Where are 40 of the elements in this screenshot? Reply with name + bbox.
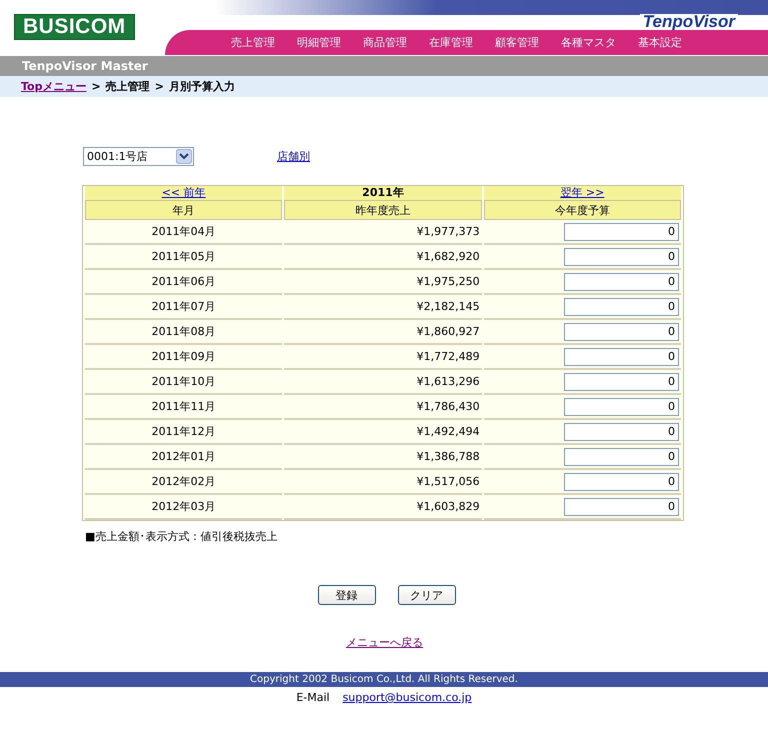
breadcrumb-item: 月別予算入力 bbox=[168, 79, 235, 95]
nav-item[interactable]: 顧客管理 bbox=[484, 30, 550, 55]
nav-item[interactable]: 基本設定 bbox=[627, 30, 693, 55]
budget-input[interactable]: 0 bbox=[564, 472, 679, 490]
budget-input[interactable]: 0 bbox=[564, 448, 679, 466]
budget-input[interactable]: 0 bbox=[564, 322, 679, 340]
nav-item[interactable]: 商品管理 bbox=[352, 30, 418, 55]
nav-item[interactable]: 明細管理 bbox=[286, 30, 352, 55]
email-link[interactable]: support@busicom.co.jp bbox=[342, 691, 472, 704]
nav-item[interactable]: 各種マスタ bbox=[550, 30, 627, 55]
breadcrumb-item: 売上管理 bbox=[106, 79, 150, 95]
breadcrumb-link[interactable]: Topメニュー bbox=[21, 76, 86, 97]
email-label: E-Mail bbox=[296, 691, 330, 704]
copyright-text: Copyright 2002 Busicom Co.,Ltd. All Rights Reserved. bbox=[250, 674, 518, 685]
column-header: 昨年度売上 bbox=[284, 200, 482, 220]
budget-input[interactable]: 0 bbox=[564, 348, 679, 366]
year-label: 2011年 bbox=[362, 186, 404, 199]
budget-input[interactable]: 0 bbox=[564, 372, 679, 390]
breadcrumb-separator: > bbox=[154, 79, 164, 95]
note-text: ■売上金額･表示方式：値引後税抜売上 bbox=[85, 529, 278, 544]
store-link[interactable]: 店舗別 bbox=[277, 149, 310, 164]
store-select[interactable]: 0001:1号店 bbox=[83, 147, 194, 166]
budget-input[interactable]: 0 bbox=[564, 398, 679, 416]
breadcrumb-separator: > bbox=[91, 79, 101, 95]
budget-input[interactable]: 0 bbox=[564, 222, 679, 240]
budget-input[interactable]: 0 bbox=[564, 498, 679, 516]
busicom-logo: BUSICOM bbox=[14, 14, 135, 40]
nav-item[interactable]: 在庫管理 bbox=[418, 30, 484, 55]
tenpovisor-logo: TenpoVisor bbox=[640, 14, 738, 30]
budget-input[interactable]: 0 bbox=[564, 298, 679, 316]
budget-input[interactable]: 0 bbox=[564, 272, 679, 290]
column-header: 年月 bbox=[85, 200, 282, 220]
form-button[interactable]: クリア bbox=[398, 585, 456, 605]
column-header: 今年度予算 bbox=[484, 200, 681, 220]
nav-item[interactable]: 売上管理 bbox=[220, 30, 286, 55]
back-to-menu-link[interactable]: メニューへ戻る bbox=[346, 636, 423, 649]
budget-input[interactable]: 0 bbox=[564, 422, 679, 440]
budget-input[interactable]: 0 bbox=[564, 248, 679, 266]
app-title: TenpoVisor Master bbox=[22, 59, 148, 73]
form-button[interactable]: 登録 bbox=[318, 585, 376, 605]
